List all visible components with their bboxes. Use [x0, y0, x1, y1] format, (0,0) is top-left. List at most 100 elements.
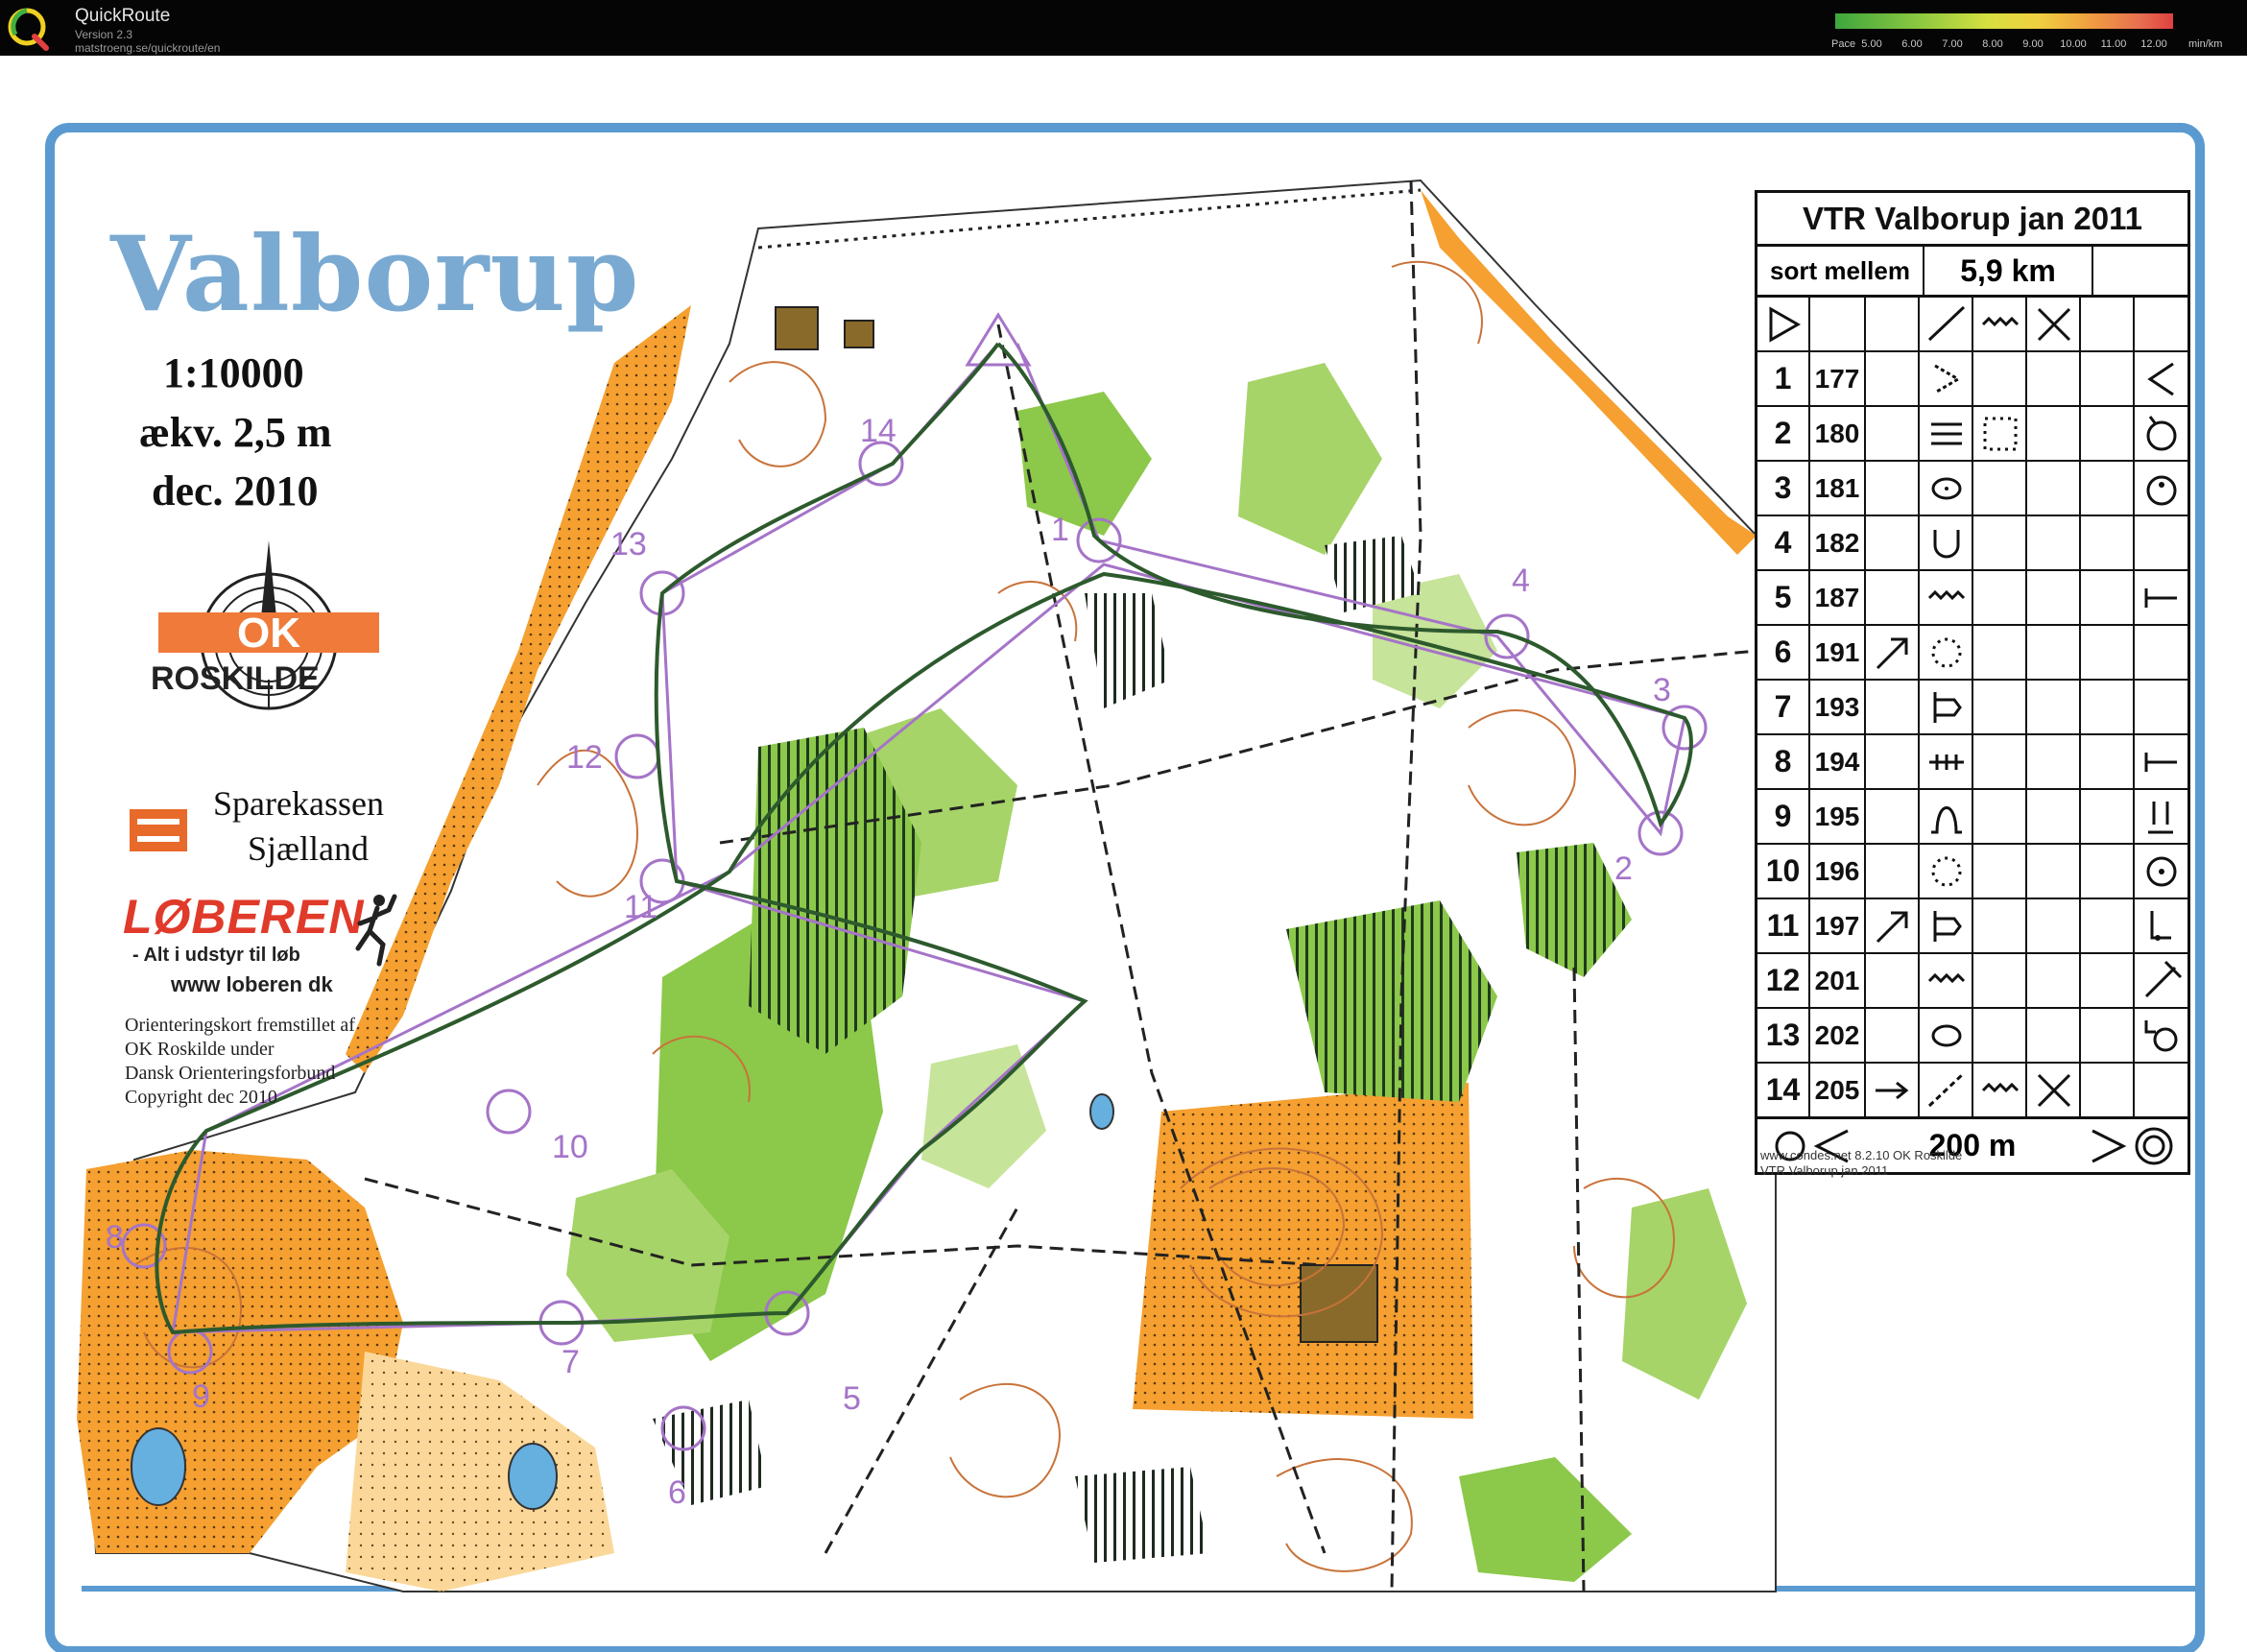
start-symbol-icon [1769, 306, 1802, 343]
foot-symbol-icon [2148, 802, 2173, 834]
pace-tick: 12.00 [2140, 38, 2167, 50]
control-number: 12 [566, 739, 603, 776]
end-symbol-icon [2144, 753, 2177, 772]
control-row: 9 195 [1757, 790, 2187, 845]
software-credit: www.condes.net 8.2.10 OK Roskilde [1760, 1148, 1963, 1162]
control-number: 9 [192, 1378, 210, 1415]
corner-symbol-icon [2147, 362, 2174, 396]
control-description-sheet: VTR Valborup jan 2011 sort mellem 5,9 km… [1755, 190, 2190, 1175]
control-row: 5 187 [1757, 571, 2187, 626]
hatched-open [1075, 1467, 1209, 1563]
control-row: 13 202 [1757, 1009, 2187, 1064]
control-number: 8 [106, 1219, 124, 1256]
knoll-symbol-icon [1931, 477, 1962, 500]
control-row: 14 205 [1757, 1064, 2187, 1118]
map-equidistance: ækv. 2,5 m [139, 409, 332, 456]
app-url[interactable]: matstroeng.se/quickroute/en [75, 41, 220, 55]
control-number: 1 [1051, 512, 1069, 548]
path-symbol-icon [1927, 305, 1966, 342]
pace-tick: 8.00 [1982, 38, 2003, 50]
course-header: sort mellem 5,9 km [1757, 247, 2187, 298]
building [844, 320, 874, 348]
control-row: 8 194 [1757, 735, 2187, 790]
control-number: 2 [1614, 850, 1633, 887]
building [775, 306, 819, 350]
open-land-symbol-icon [1983, 417, 2018, 451]
credit-line: Dansk Orienteringsforbund [125, 1063, 336, 1084]
credit-line: OK Roskilde under [125, 1039, 275, 1060]
control-number: 6 [668, 1474, 686, 1511]
vegetation-boundary-icon [1933, 692, 1962, 723]
re-entrant-symbol-icon [1931, 806, 1962, 834]
wall-symbol-icon [1981, 1082, 2020, 1093]
pace-tick: 6.00 [1901, 38, 1923, 50]
finish-distance: 200 m [1928, 1128, 2017, 1162]
club-name: ROSKILDE [151, 660, 320, 697]
start-row [1757, 298, 2187, 352]
wall-symbol-icon [1927, 972, 1966, 984]
thicket-symbol-icon [1931, 856, 1962, 887]
event-footer: VTR Valborup jan 2011 [1760, 1163, 1889, 1178]
pace-color-scale [1835, 13, 2173, 29]
map-canvas[interactable]: 1 2 3 4 5 6 7 8 9 10 11 12 13 14 Valboru… [0, 56, 2247, 1652]
course-name: sort mellem [1757, 247, 1924, 295]
course-length: 5,9 km [1924, 247, 2093, 295]
map-date: dec. 2010 [152, 467, 319, 515]
event-title: VTR Valborup jan 2011 [1757, 193, 2187, 247]
control-row: 12 201 [1757, 954, 2187, 1009]
spur-symbol-icon [1934, 364, 1961, 395]
app-name: QuickRoute [75, 6, 171, 26]
wall-symbol-icon [1981, 316, 2020, 327]
pace-tick: 7.00 [1942, 38, 1963, 50]
part-symbol-icon [2146, 416, 2177, 451]
pace-ticks: 5.00 6.00 7.00 8.00 9.00 10.00 11.00 12.… [1860, 38, 2206, 52]
pace-unit: min/km [2188, 38, 2223, 50]
depression-symbol-icon [1933, 530, 1960, 559]
lake [508, 1443, 558, 1510]
end-diagonal-icon [2144, 960, 2183, 998]
map-credits: Orienteringskort fremstillet af OK Roski… [125, 1014, 355, 1110]
vegetation-boundary-icon [1933, 911, 1962, 942]
centre-symbol-icon [2146, 856, 2177, 887]
credit-line: Copyright dec 2010 [125, 1087, 277, 1108]
finish-symbol-icon [2092, 1127, 2173, 1165]
thicket-symbol-icon [1931, 637, 1962, 668]
control-number: 10 [552, 1129, 588, 1165]
credit-line: Orienteringskort fremstillet af [125, 1015, 355, 1036]
crossing-symbol-icon [2037, 1073, 2071, 1108]
pace-label: Pace [1831, 38, 1856, 50]
pace-tick: 11.00 [2100, 38, 2127, 50]
control-number: 7 [562, 1344, 580, 1380]
crossing-symbol-icon [2037, 307, 2071, 342]
map-title: Valborup [110, 214, 640, 335]
control-number: 14 [860, 413, 896, 449]
pace-tick: 10.00 [2060, 38, 2087, 50]
club-logo-text: OK [237, 610, 300, 657]
control-number: 3 [1653, 672, 1671, 708]
open-field-center [1133, 1083, 1473, 1419]
pond [1089, 1093, 1114, 1130]
control-row: 10 196 [1757, 845, 2187, 899]
direction-ne-icon [1876, 911, 1908, 944]
runner-icon [355, 894, 397, 967]
narrow-path-icon [1927, 1071, 1966, 1108]
arrow-right-icon [1876, 1081, 1909, 1100]
app-version: Version 2.3 [75, 28, 133, 41]
map-scale: 1:10000 [163, 349, 304, 396]
control-row: 7 193 [1757, 681, 2187, 735]
pace-tick: 9.00 [2022, 38, 2044, 50]
control-number: 11 [624, 889, 658, 925]
fence-symbol-icon [1929, 754, 1964, 770]
sponsor-name-line1: Sparekassen [213, 784, 384, 823]
top-symbol-icon [2146, 475, 2177, 506]
shop-tagline: - Alt i udstyr til løb [132, 945, 300, 966]
control-row: 1 177 [1757, 352, 2187, 407]
lake [131, 1427, 186, 1506]
shop-url: www loberen dk [171, 972, 333, 996]
pace-tick: 5.00 [1861, 38, 1882, 50]
sparekassen-logo-icon [130, 809, 187, 851]
end-symbol-icon [2144, 588, 2177, 608]
control-row: 3 181 [1757, 462, 2187, 516]
wall-symbol-icon [1927, 589, 1966, 601]
control-row: 2 180 [1757, 407, 2187, 462]
